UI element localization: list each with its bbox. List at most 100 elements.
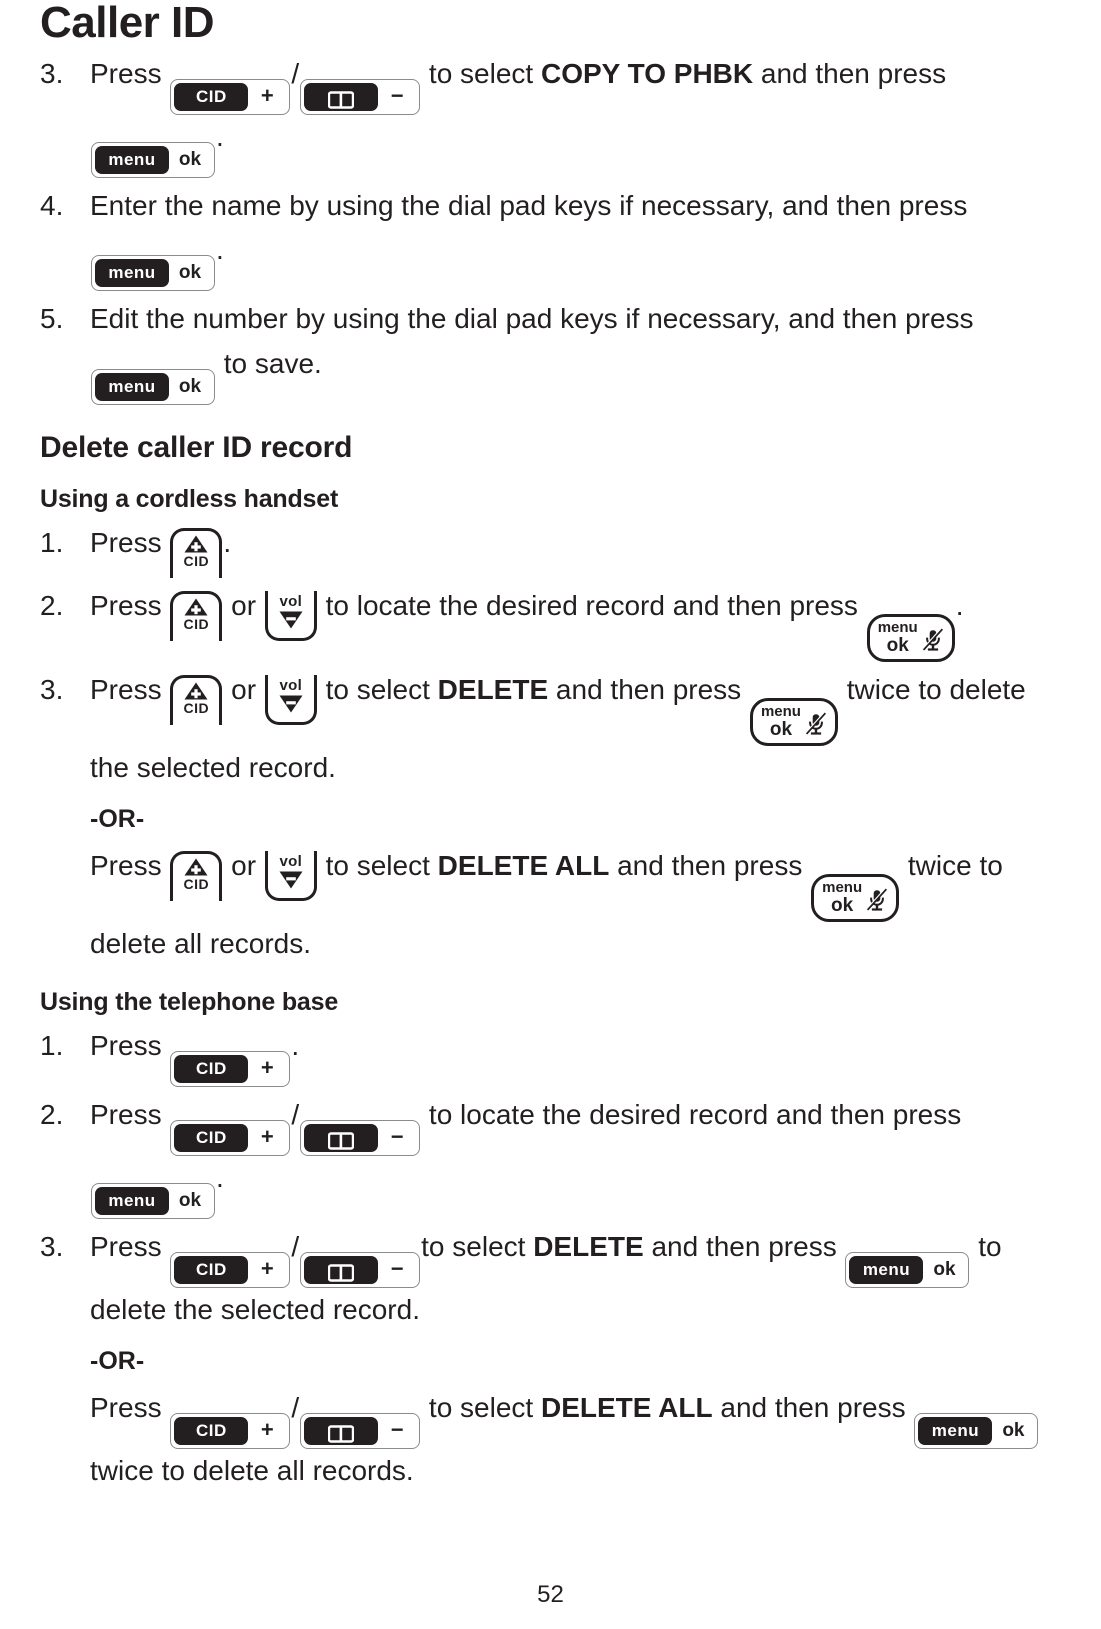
menu-key-label: menu — [760, 703, 801, 721]
step-text-2: . — [223, 527, 232, 559]
menu-key-label: menu — [95, 259, 169, 288]
phonebook-down-key-base[interactable]: − — [300, 79, 421, 116]
step-marker: 5. — [40, 303, 64, 335]
vol-key-label: vol — [279, 853, 303, 871]
step-text-2: to locate the desired record and then pr… — [421, 1099, 962, 1131]
cid-key-handset[interactable]: CID — [170, 675, 223, 726]
volume-down-key-handset[interactable]: vol — [264, 675, 317, 726]
cid-key-handset[interactable]: CID — [170, 528, 223, 579]
base-or-paragraph: Press CID + / − to select DELETE ALL and th… — [90, 1386, 1061, 1493]
plus-icon: + — [260, 83, 274, 109]
vol-key-label: vol — [279, 593, 303, 611]
muted-microphone-icon — [921, 627, 944, 652]
step-marker: 3. — [40, 58, 64, 90]
menu-ok-key-base[interactable]: menu ok — [91, 142, 215, 179]
or-label: -OR- — [90, 805, 145, 834]
menu-ok-key-handset[interactable]: menu ok — [811, 874, 900, 923]
para-text-2: or — [223, 850, 264, 882]
phonebook-down-key-base[interactable]: − — [300, 1120, 421, 1157]
cid-up-key-base[interactable]: CID + — [170, 1252, 291, 1289]
list-item: 3. Press CID or vol to select DELETE and … — [40, 668, 1061, 966]
cid-up-key-base[interactable]: CID + — [170, 1120, 291, 1157]
menu-key-label: menu — [95, 372, 169, 401]
step-text-2: or — [223, 590, 264, 622]
step-emphasis: COPY TO PHBK — [540, 58, 754, 90]
step-text-3: and then press — [753, 58, 947, 90]
volume-down-key-handset[interactable]: vol — [264, 851, 317, 902]
minus-icon: − — [390, 1124, 404, 1150]
list-item: 4. Enter the name by using the dial pad k… — [40, 184, 1061, 292]
copy-to-phonebook-steps: 3. Press CID + / − to select COPY TO PHBK an… — [40, 52, 1061, 405]
plus-icon: + — [260, 1256, 274, 1282]
step-text-4: and then press — [548, 674, 749, 706]
menu-key-label: menu — [877, 619, 918, 637]
triangle-up-plus-icon — [173, 535, 219, 553]
phonebook-down-key-base[interactable]: − — [300, 1252, 421, 1289]
menu-ok-key-handset[interactable]: menu ok — [749, 698, 838, 747]
para-text-3: to select — [317, 850, 438, 882]
cid-up-key-base[interactable]: CID + — [170, 79, 291, 116]
menu-ok-stack: menu ok — [822, 879, 862, 916]
cid-key-label: CID — [183, 876, 210, 893]
menu-ok-key-base[interactable]: menu ok — [91, 255, 215, 292]
triangle-up-plus-icon — [173, 598, 219, 616]
page-title: Caller ID — [40, 0, 215, 47]
menu-ok-key-base[interactable]: menu ok — [845, 1252, 970, 1289]
ok-key-label: ok — [831, 895, 854, 917]
step-text: Press — [90, 527, 170, 559]
ok-key-label: ok — [769, 719, 793, 741]
cid-key-label: CID — [183, 616, 210, 633]
minus-icon: − — [390, 1256, 404, 1282]
step-text-3: . — [216, 1162, 224, 1194]
cid-key-label: CID — [174, 83, 249, 112]
menu-ok-key-handset[interactable]: menu ok — [866, 614, 955, 663]
page-number: 52 — [537, 1581, 564, 1608]
vol-key-label: vol — [279, 677, 303, 695]
step-marker: 2. — [40, 590, 64, 622]
step-text-3: to select — [317, 674, 438, 706]
minus-icon: − — [390, 1417, 404, 1443]
step-text: Press — [90, 1030, 170, 1062]
step-text: Press — [90, 1099, 170, 1131]
key-separator: / — [291, 1099, 300, 1131]
cid-up-key-base[interactable]: CID + — [170, 1413, 291, 1450]
menu-ok-key-base[interactable]: menu ok — [914, 1413, 1039, 1450]
cid-key-handset[interactable]: CID — [170, 591, 223, 642]
para-text-2: to select — [421, 1392, 541, 1424]
step-marker: 3. — [40, 674, 64, 706]
cid-up-key-base[interactable]: CID + — [170, 1051, 291, 1088]
handset-or-paragraph: Press CID or vol to select DELETE ALL an… — [90, 844, 1061, 966]
muted-microphone-icon — [805, 711, 827, 736]
step-marker: 1. — [40, 1030, 64, 1062]
step-text: Press — [90, 1231, 170, 1263]
cid-key-handset[interactable]: CID — [170, 851, 223, 902]
step-text-2: or — [223, 674, 264, 706]
key-separator: / — [291, 58, 300, 90]
menu-ok-stack: menu ok — [878, 619, 918, 656]
para-text-4: and then press — [609, 850, 811, 882]
triangle-down-minus-icon — [268, 871, 314, 889]
section-heading-delete-caller-id: Delete caller ID record — [40, 430, 353, 464]
step-text-2: to save. — [216, 347, 322, 379]
open-book-icon — [304, 1256, 379, 1285]
step-text: Press — [90, 590, 170, 622]
step-text-3: and then press — [643, 1231, 845, 1263]
step-text: Press — [90, 674, 170, 706]
list-item: 3. Press CID + / − to select COPY TO PHBK an… — [40, 52, 1061, 179]
menu-ok-key-base[interactable]: menu ok — [91, 1183, 215, 1220]
para-text: Press — [90, 1392, 170, 1424]
menu-key-label: menu — [95, 1187, 169, 1216]
step-marker: 1. — [40, 527, 64, 559]
menu-ok-key-base[interactable]: menu ok — [91, 368, 215, 405]
volume-down-key-handset[interactable]: vol — [264, 591, 317, 642]
para-emphasis: DELETE ALL — [540, 1392, 713, 1424]
menu-key-label: menu — [849, 1256, 924, 1285]
para-emphasis: DELETE ALL — [437, 850, 610, 882]
ok-key-label: ok — [178, 262, 202, 284]
menu-key-label: menu — [918, 1417, 993, 1446]
open-book-icon — [304, 1417, 379, 1446]
cid-key-label: CID — [174, 1124, 249, 1153]
step-text-4: . — [955, 590, 964, 622]
phonebook-down-key-base[interactable]: − — [300, 1413, 421, 1450]
key-separator: / — [291, 1392, 300, 1424]
